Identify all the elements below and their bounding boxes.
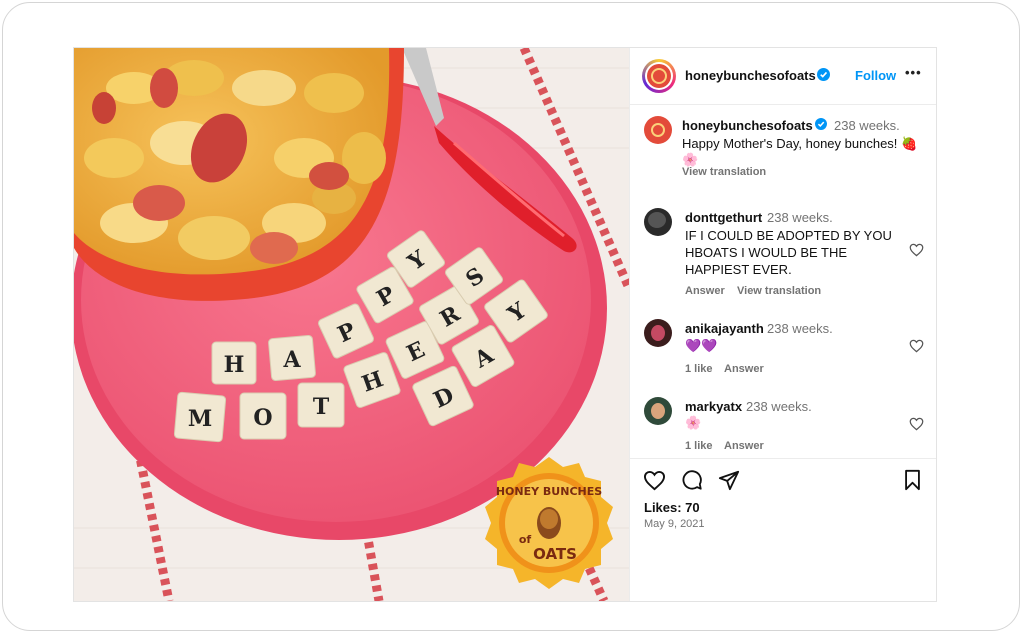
tile-letter: M [188, 406, 212, 432]
comment-avatar[interactable] [644, 208, 672, 236]
comment-text-line: HBOATS I WOULD BE THE [685, 245, 848, 260]
comment-like-heart-icon[interactable] [909, 339, 924, 353]
comment-username[interactable]: donttgethurt [685, 210, 762, 225]
author-username[interactable]: honeybunchesofoats [685, 68, 816, 83]
caption-time: 238 weeks. [834, 118, 900, 133]
comment-avatar[interactable] [644, 397, 672, 425]
comment-username[interactable]: anikajayanth [685, 321, 764, 336]
share-send-icon[interactable] [718, 469, 740, 491]
post-side-panel: honeybunchesofoats Follow ••• honeybunch… [629, 48, 936, 601]
svg-text:of: of [519, 533, 532, 546]
comment-text-line: 🌸 [685, 415, 702, 430]
post-modal: H A P P Y M O T H E R S D A Y HONEY BUNC… [73, 47, 937, 602]
post-date: May 9, 2021 [644, 518, 705, 530]
verified-badge-icon [815, 118, 827, 130]
post-header: honeybunchesofoats Follow ••• [630, 48, 936, 105]
svg-text:HONEY BUNCHES: HONEY BUNCHES [496, 485, 602, 498]
comment-bubble-icon[interactable] [681, 469, 703, 491]
comment-time: 238 weeks. [746, 399, 812, 414]
comment-like-count[interactable]: 1 like [685, 440, 713, 452]
comment-avatar[interactable] [644, 319, 672, 347]
follow-button[interactable]: Follow [855, 68, 896, 83]
comment-answer-button[interactable]: Answer [724, 363, 764, 375]
caption-avatar[interactable] [644, 116, 672, 144]
comment-like-heart-icon[interactable] [909, 417, 924, 431]
tile-letter: A [282, 347, 301, 373]
like-heart-icon[interactable] [643, 470, 666, 491]
tile-letter: O [253, 405, 272, 431]
comment-view-translation[interactable]: View translation [737, 285, 821, 297]
comment-text-line: 💜💜 [685, 338, 718, 353]
svg-text:OATS: OATS [533, 545, 577, 563]
comment-like-count[interactable]: 1 like [685, 363, 713, 375]
comment-username[interactable]: markyatx [685, 399, 742, 414]
comment-text-line: IF I COULD BE ADOPTED BY YOU [685, 228, 892, 243]
comment-text-line: HAPPIEST EVER. [685, 262, 792, 277]
comment-time: 238 weeks. [767, 210, 833, 225]
comment-answer-button[interactable]: Answer [685, 285, 725, 297]
post-photo[interactable]: H A P P Y M O T H E R S D A Y HONEY BUNC… [74, 48, 629, 601]
tile-letter: T [313, 394, 330, 420]
comment-answer-button[interactable]: Answer [724, 440, 764, 452]
caption-view-translation[interactable]: View translation [682, 166, 766, 178]
comment-like-heart-icon[interactable] [909, 243, 924, 257]
bookmark-save-icon[interactable] [903, 469, 922, 491]
caption-username[interactable]: honeybunchesofoats [682, 118, 813, 133]
comment-time: 238 weeks. [767, 321, 833, 336]
post-image: H A P P Y M O T H E R S D A Y HONEY BUNC… [74, 48, 629, 601]
likes-count[interactable]: Likes: 70 [644, 500, 700, 515]
caption-text: Happy Mother's Day, honey bunches! 🍓 [682, 136, 918, 151]
divider [630, 458, 936, 459]
author-avatar[interactable] [642, 59, 676, 93]
tile-letter: H [224, 352, 245, 378]
verified-badge-icon [817, 68, 830, 81]
more-options-icon[interactable]: ••• [905, 65, 922, 80]
